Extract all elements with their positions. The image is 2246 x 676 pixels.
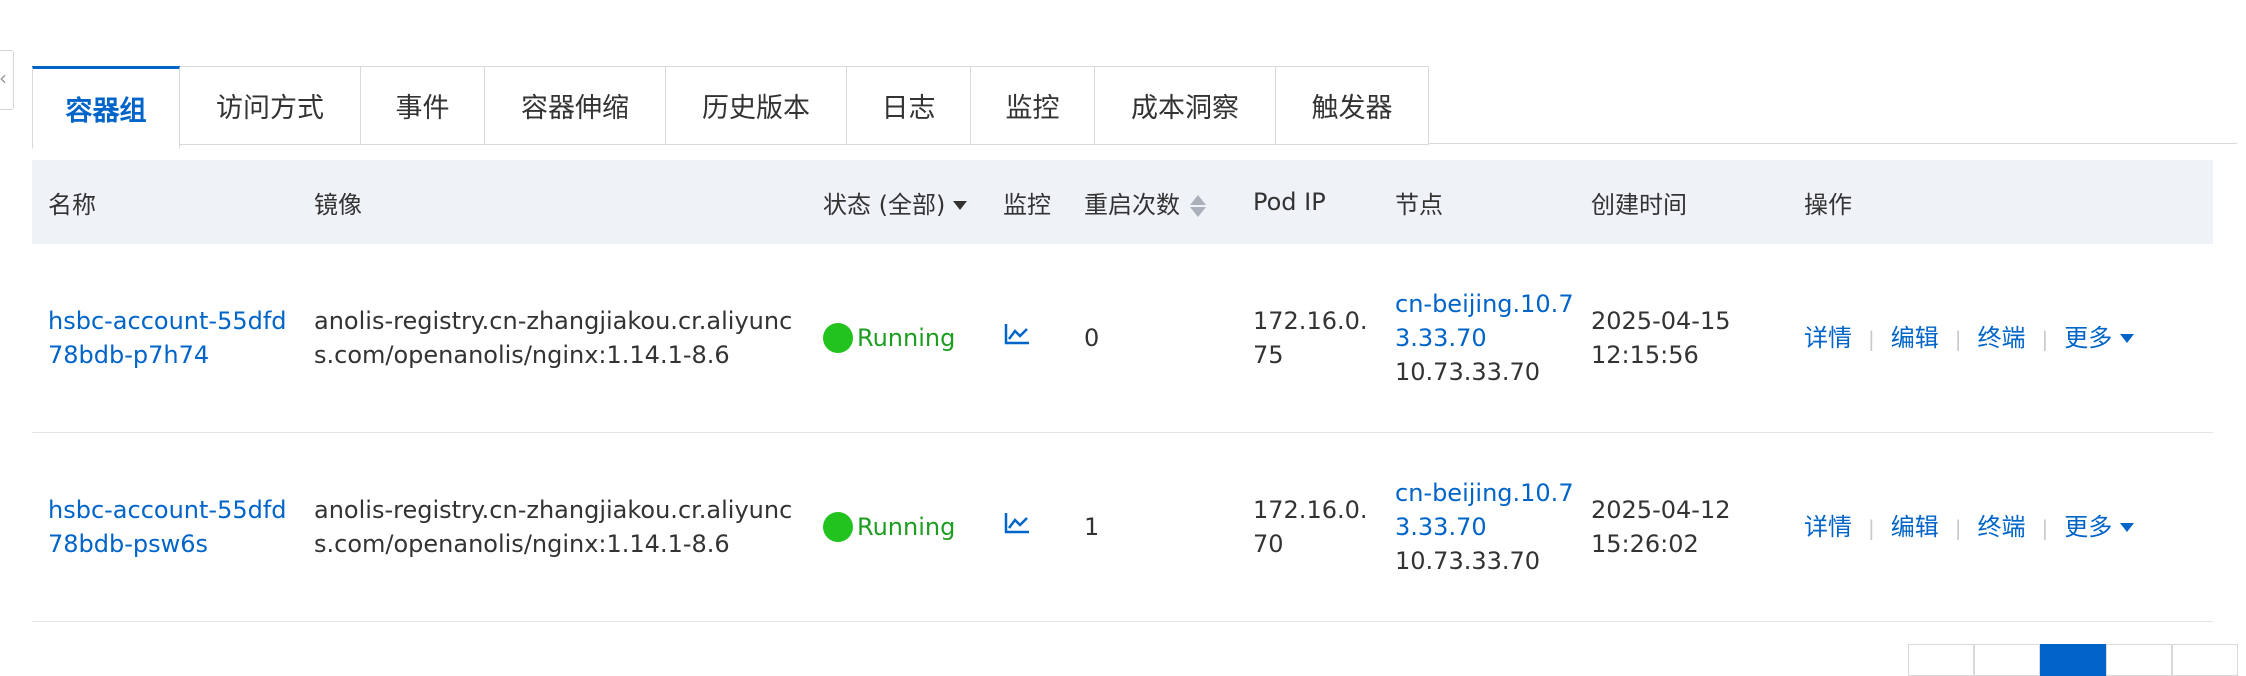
header-name: 名称 [32,160,298,244]
chevron-left-icon: ‹ [0,66,7,90]
pod-image: anolis-registry.cn-zhangjiakou.cr.aliyun… [298,432,807,622]
node-ip: 10.73.33.70 [1395,547,1541,575]
tab-cost-insights[interactable]: 成本洞察 [1095,66,1276,145]
pagination [1908,644,2238,676]
pods-table: 名称 镜像 状态 (全部) 监控 重启次数 Pod IP 节点 创建时间 操作 … [32,160,2213,622]
header-pod-ip: Pod IP [1237,160,1379,244]
table-row: hsbc-account-55dfd78bdb-psw6s anolis-reg… [32,432,2213,622]
more-label: 更多 [2064,512,2113,541]
tab-scaling[interactable]: 容器伸缩 [485,66,666,145]
node-link[interactable]: cn-beijing.10.73.33.70 [1395,287,1575,355]
divider: | [1954,326,1962,351]
divider: | [1954,515,1962,540]
more-label: 更多 [2064,323,2113,352]
restart-count: 0 [1068,244,1237,433]
line-chart-icon[interactable] [1003,322,1031,346]
caret-down-icon [2120,523,2135,532]
status-cell: Running [823,321,987,355]
status-cell: Running [823,510,987,544]
terminal-button[interactable]: 终端 [1978,324,2026,352]
header-monitor: 监控 [987,160,1068,244]
collapse-sidebar-handle[interactable]: ‹ [0,50,14,110]
divider: | [2041,326,2049,351]
tab-pods[interactable]: 容器组 [32,66,180,149]
status-text: Running [857,513,956,541]
running-status-dot [823,323,853,353]
table-row: hsbc-account-55dfd78bdb-p7h74 anolis-reg… [32,244,2213,433]
caret-down-icon [953,201,968,210]
tab-access-methods[interactable]: 访问方式 [180,66,361,145]
created-date: 2025-04-15 [1591,307,1731,335]
pod-ip: 172.16.0.75 [1237,244,1379,433]
edit-button[interactable]: 编辑 [1891,513,1939,541]
header-status-filter[interactable]: 状态 (全部) [807,160,987,244]
pagination-current-page[interactable] [2040,644,2106,676]
node-ip: 10.73.33.70 [1395,358,1541,386]
terminal-button[interactable]: 终端 [1978,513,2026,541]
header-status-label: 状态 (全部) [823,190,946,219]
pod-name-link[interactable]: hsbc-account-55dfd78bdb-p7h74 [48,307,287,369]
tab-history-versions[interactable]: 历史版本 [666,66,847,145]
edit-button[interactable]: 编辑 [1891,324,1939,352]
tab-triggers[interactable]: 触发器 [1276,66,1429,145]
pagination-next-button[interactable] [2172,644,2238,676]
pagination-prev-button[interactable] [1908,644,1974,676]
sort-icon [1190,193,1206,219]
divider: | [1868,515,1875,540]
pagination-page-button[interactable] [2106,644,2172,676]
created-time: 15:26:02 [1591,530,1699,558]
details-button[interactable]: 详情 [1804,513,1852,541]
pagination-page-button[interactable] [1974,644,2040,676]
node-link[interactable]: cn-beijing.10.73.33.70 [1395,476,1575,544]
running-status-dot [823,512,853,542]
header-created: 创建时间 [1575,160,1788,244]
header-actions: 操作 [1788,160,2213,244]
restart-count: 1 [1068,432,1237,622]
created-date: 2025-04-12 [1591,496,1731,524]
tab-logs[interactable]: 日志 [847,66,971,145]
tab-monitoring[interactable]: 监控 [971,66,1095,145]
more-dropdown[interactable]: 更多 [2064,512,2135,541]
status-text: Running [857,324,956,352]
details-button[interactable]: 详情 [1804,324,1852,352]
pod-image: anolis-registry.cn-zhangjiakou.cr.aliyun… [298,244,807,433]
table-header-row: 名称 镜像 状态 (全部) 监控 重启次数 Pod IP 节点 创建时间 操作 [32,160,2213,244]
tab-events[interactable]: 事件 [361,66,485,145]
divider: | [2041,515,2049,540]
created-time: 12:15:56 [1591,341,1699,369]
header-node: 节点 [1379,160,1575,244]
header-image: 镜像 [298,160,807,244]
pod-name-link[interactable]: hsbc-account-55dfd78bdb-psw6s [48,496,287,558]
divider: | [1868,326,1875,351]
pod-ip: 172.16.0.70 [1237,432,1379,622]
header-restarts-label: 重启次数 [1084,190,1180,219]
header-restarts-sort[interactable]: 重启次数 [1068,160,1237,244]
detail-tabs: 容器组 访问方式 事件 容器伸缩 历史版本 日志 监控 成本洞察 触发器 [32,66,2237,149]
line-chart-icon[interactable] [1003,511,1031,535]
caret-down-icon [2120,334,2135,343]
more-dropdown[interactable]: 更多 [2064,323,2135,352]
